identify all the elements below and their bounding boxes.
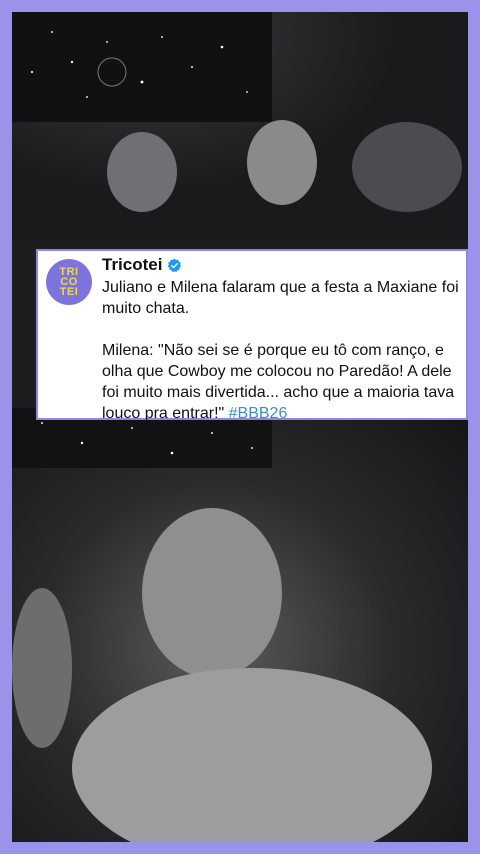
post-card: TRI CO TEI Tricotei Juliano e Milena fal… (36, 249, 468, 422)
hashtag-link[interactable]: #BBB26 (229, 405, 288, 422)
starry-ceiling (12, 12, 272, 122)
avatar[interactable]: TRI CO TEI (46, 259, 92, 305)
verified-badge-icon (168, 258, 182, 272)
author-name[interactable]: Tricotei (102, 255, 162, 275)
post-paragraph-1: Juliano e Milena falaram que a festa a M… (102, 279, 459, 317)
author-row: Tricotei (102, 255, 182, 275)
scene-bottom-image (12, 408, 468, 842)
post-paragraph-2: Milena: "Não sei se é porque eu tô com r… (102, 340, 462, 424)
scene-top-image (12, 12, 468, 240)
video-frame: TRI CO TEI Tricotei Juliano e Milena fal… (12, 12, 468, 842)
avatar-text-line-3: TEI (59, 286, 79, 298)
post-text: Juliano e Milena falaram que a festa a M… (102, 277, 462, 424)
